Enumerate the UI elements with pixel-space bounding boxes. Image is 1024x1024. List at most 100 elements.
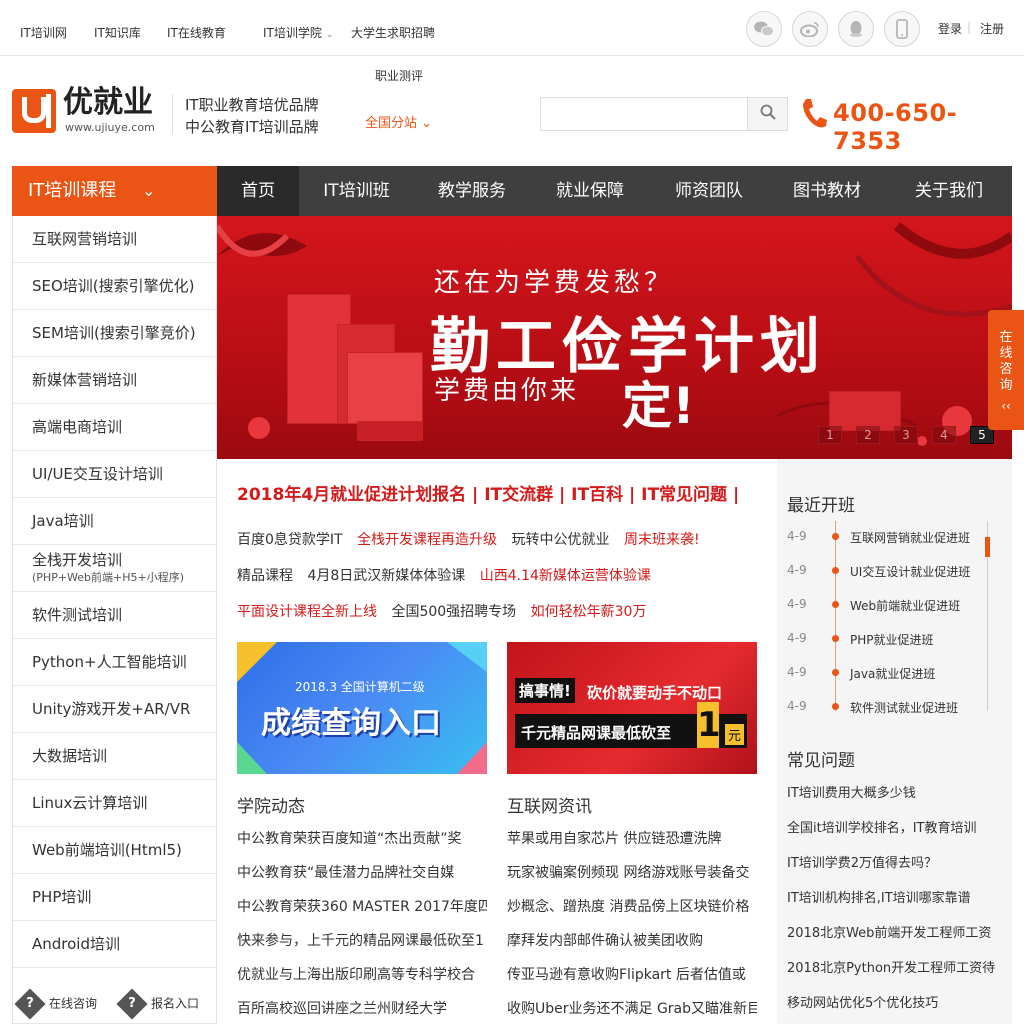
- banner-page-4[interactable]: 4: [932, 426, 956, 444]
- sidebar-item-bigdata[interactable]: 大数据培训: [13, 733, 216, 780]
- academy-news-item[interactable]: 优就业与上海出版印刷高等专科学校合: [237, 964, 487, 984]
- sidebar-item-testing[interactable]: 软件测试培训: [13, 592, 216, 639]
- wechat-icon[interactable]: [746, 11, 782, 47]
- sidebar-item-unity[interactable]: Unity游戏开发+AR/VR: [13, 686, 216, 733]
- card1-top: 2018.3 全国计算机二级: [295, 680, 425, 694]
- internet-news-item[interactable]: 传亚马逊有意收购Flipkart 后者估值或: [507, 964, 757, 984]
- topnav-it-training[interactable]: IT培训网: [20, 24, 67, 41]
- faq-item[interactable]: 全国it培训学校排名，IT教育培训: [787, 817, 976, 836]
- promo-link[interactable]: 全国500强招聘专场: [391, 604, 516, 620]
- nav-teaching[interactable]: 教学服务: [414, 166, 530, 216]
- hotline-number[interactable]: 400-650-7353: [833, 99, 1024, 155]
- topnav-academy-label: IT培训学院: [263, 26, 322, 40]
- card1-main: 成绩查询入口: [261, 706, 441, 741]
- class-name[interactable]: Web前端就业促进班: [850, 597, 960, 614]
- promo-link[interactable]: 平面设计课程全新上线: [237, 604, 377, 620]
- internet-news-item[interactable]: 玩家被骗案例频现 网络游戏账号装备交: [507, 862, 757, 882]
- promo-link[interactable]: 如何轻松年薪30万: [531, 604, 647, 620]
- timeline-scroll-thumb[interactable]: [985, 537, 990, 557]
- faq-item[interactable]: 2018北京Web前端开发工程师工资: [787, 922, 991, 941]
- nav-employment[interactable]: 就业保障: [530, 166, 650, 216]
- mobile-icon[interactable]: [884, 11, 920, 47]
- bargain-card[interactable]: 搞事情! 砍价就要动手不动口 千元精品网课最低砍至 1 元: [507, 642, 757, 774]
- signup-button[interactable]: ? 报名入口: [116, 988, 199, 1020]
- class-name[interactable]: 互联网营销就业促进班: [850, 529, 970, 546]
- class-name[interactable]: PHP就业促进班: [850, 631, 934, 648]
- exam-score-card[interactable]: 2018.3 全国计算机二级 成绩查询入口: [237, 642, 487, 774]
- banner-page-2[interactable]: 2: [856, 426, 880, 444]
- career-test-link[interactable]: 职业测评: [375, 67, 423, 84]
- promo-link[interactable]: 4月8日武汉新媒体体验课: [307, 568, 465, 584]
- logo-text[interactable]: 优就业: [63, 86, 153, 120]
- sidebar-item-python-ai[interactable]: Python+人工智能培训: [13, 639, 216, 686]
- sidebar-item-android[interactable]: Android培训: [13, 921, 216, 968]
- sidebar-item-internet-marketing[interactable]: 互联网营销培训: [13, 216, 216, 263]
- course-category-toggle[interactable]: IT培训课程 ⌄: [12, 166, 217, 216]
- logo-mark[interactable]: [12, 89, 56, 133]
- sidebar-item-seo[interactable]: SEO培训(搜索引擎优化): [13, 263, 216, 310]
- sidebar-item-java[interactable]: Java培训: [13, 498, 216, 545]
- faq-title: 常见问题: [787, 751, 855, 771]
- sidebar-item-new-media[interactable]: 新媒体营销培训: [13, 357, 216, 404]
- register-link[interactable]: 注册: [980, 20, 1004, 37]
- internet-news-title[interactable]: 互联网资讯: [507, 792, 592, 817]
- weibo-icon[interactable]: [792, 11, 828, 47]
- sidebar-item-ui-ue[interactable]: UI/UE交互设计培训: [13, 451, 216, 498]
- promo-link[interactable]: 玩转中公优就业: [512, 532, 610, 548]
- internet-news-item[interactable]: 收购Uber业务还不满足 Grab又瞄准新目: [507, 998, 757, 1018]
- academy-news-item[interactable]: 中公教育荣获360 MASTER 2017年度四项: [237, 896, 487, 916]
- sidebar-item-linux[interactable]: Linux云计算培训: [13, 780, 216, 827]
- sidebar-item-php[interactable]: PHP培训: [13, 874, 216, 921]
- topnav-jobs[interactable]: 大学生求职招聘: [351, 24, 435, 41]
- nav-home[interactable]: 首页: [217, 166, 299, 216]
- faq-item[interactable]: 移动网站优化5个优化技巧: [787, 992, 938, 1011]
- hero-banner[interactable]: 还在为学费发愁？ 勤工俭学计划 学费由你来 定! 1 2 3 4 5: [217, 216, 1012, 459]
- sidebar-item-ecommerce[interactable]: 高端电商培训: [13, 404, 216, 451]
- class-name[interactable]: Java就业促进班: [850, 665, 935, 682]
- branch-select[interactable]: 全国分站 ⌄: [365, 112, 432, 131]
- class-date: 4-9: [787, 699, 807, 713]
- login-link[interactable]: 登录: [938, 20, 962, 37]
- academy-news-item[interactable]: 快来参与，上千元的精品网课最低砍至1: [237, 930, 487, 950]
- headline-links[interactable]: 2018年4月就业促进计划报名 | IT交流群 | IT百科 | IT常见问题 …: [237, 480, 739, 505]
- topnav-academy[interactable]: IT培训学院 ⌄: [263, 24, 333, 41]
- search-icon: [760, 104, 776, 124]
- nav-it-class[interactable]: IT培训班: [299, 166, 414, 216]
- faq-item[interactable]: 2018北京Python开发工程师工资待: [787, 957, 995, 976]
- sidebar-item-fullstack[interactable]: 全栈开发培训 (PHP+Web前端+H5+小程序): [13, 545, 216, 592]
- qq-icon[interactable]: [838, 11, 874, 47]
- academy-news-item[interactable]: 百所高校巡回讲座之兰州财经大学: [237, 998, 487, 1018]
- online-consult-button[interactable]: ? 在线咨询: [14, 988, 97, 1020]
- promo-link[interactable]: 百度0息贷款学IT: [237, 532, 343, 548]
- nav-about[interactable]: 关于我们: [886, 166, 1012, 216]
- chevron-down-icon: ⌄: [325, 30, 334, 40]
- nav-books[interactable]: 图书教材: [768, 166, 886, 216]
- academy-news-title[interactable]: 学院动态: [237, 792, 305, 817]
- promo-link[interactable]: 全栈开发课程再造升级: [357, 532, 497, 548]
- banner-page-3[interactable]: 3: [894, 426, 918, 444]
- academy-news-item[interactable]: 中公教育荣获百度知道“杰出贡献”奖: [237, 828, 487, 848]
- internet-news-item[interactable]: 苹果或用自家芯片 供应链恐遭洗牌: [507, 828, 757, 848]
- search-button[interactable]: [747, 97, 788, 131]
- class-date: 4-9: [787, 631, 807, 645]
- topnav-online-edu[interactable]: IT在线教育: [167, 24, 226, 41]
- faq-item[interactable]: IT培训费用大概多少钱: [787, 782, 916, 801]
- class-name[interactable]: 软件测试就业促进班: [850, 699, 958, 716]
- banner-page-1[interactable]: 1: [818, 426, 842, 444]
- sidebar-item-sem[interactable]: SEM培训(搜索引擎竞价): [13, 310, 216, 357]
- internet-news-item[interactable]: 炒概念、蹭热度 消费品傍上区块链价格: [507, 896, 757, 916]
- floating-consult-tab[interactable]: 在线咨询 ‹‹: [988, 310, 1024, 430]
- topnav-knowledge[interactable]: IT知识库: [94, 24, 141, 41]
- faq-item[interactable]: IT培训学费2万值得去吗？: [787, 852, 937, 871]
- sidebar-item-web-frontend[interactable]: Web前端培训(Html5): [13, 827, 216, 874]
- class-name[interactable]: UI交互设计就业促进班: [850, 563, 970, 580]
- banner-emphasis: 定!: [622, 377, 695, 435]
- internet-news-item[interactable]: 摩拜发内部邮件确认被美团收购: [507, 930, 757, 950]
- search-input[interactable]: [540, 97, 747, 131]
- promo-link[interactable]: 精品课程: [237, 568, 293, 584]
- promo-link[interactable]: 周末班来袭!: [624, 532, 700, 548]
- nav-teachers[interactable]: 师资团队: [650, 166, 768, 216]
- faq-item[interactable]: IT培训机构排名,IT培训哪家靠谱: [787, 887, 971, 906]
- academy-news-item[interactable]: 中公教育获“最佳潜力品牌社交自媒: [237, 862, 487, 882]
- promo-link[interactable]: 山西4.14新媒体运营体验课: [480, 568, 651, 584]
